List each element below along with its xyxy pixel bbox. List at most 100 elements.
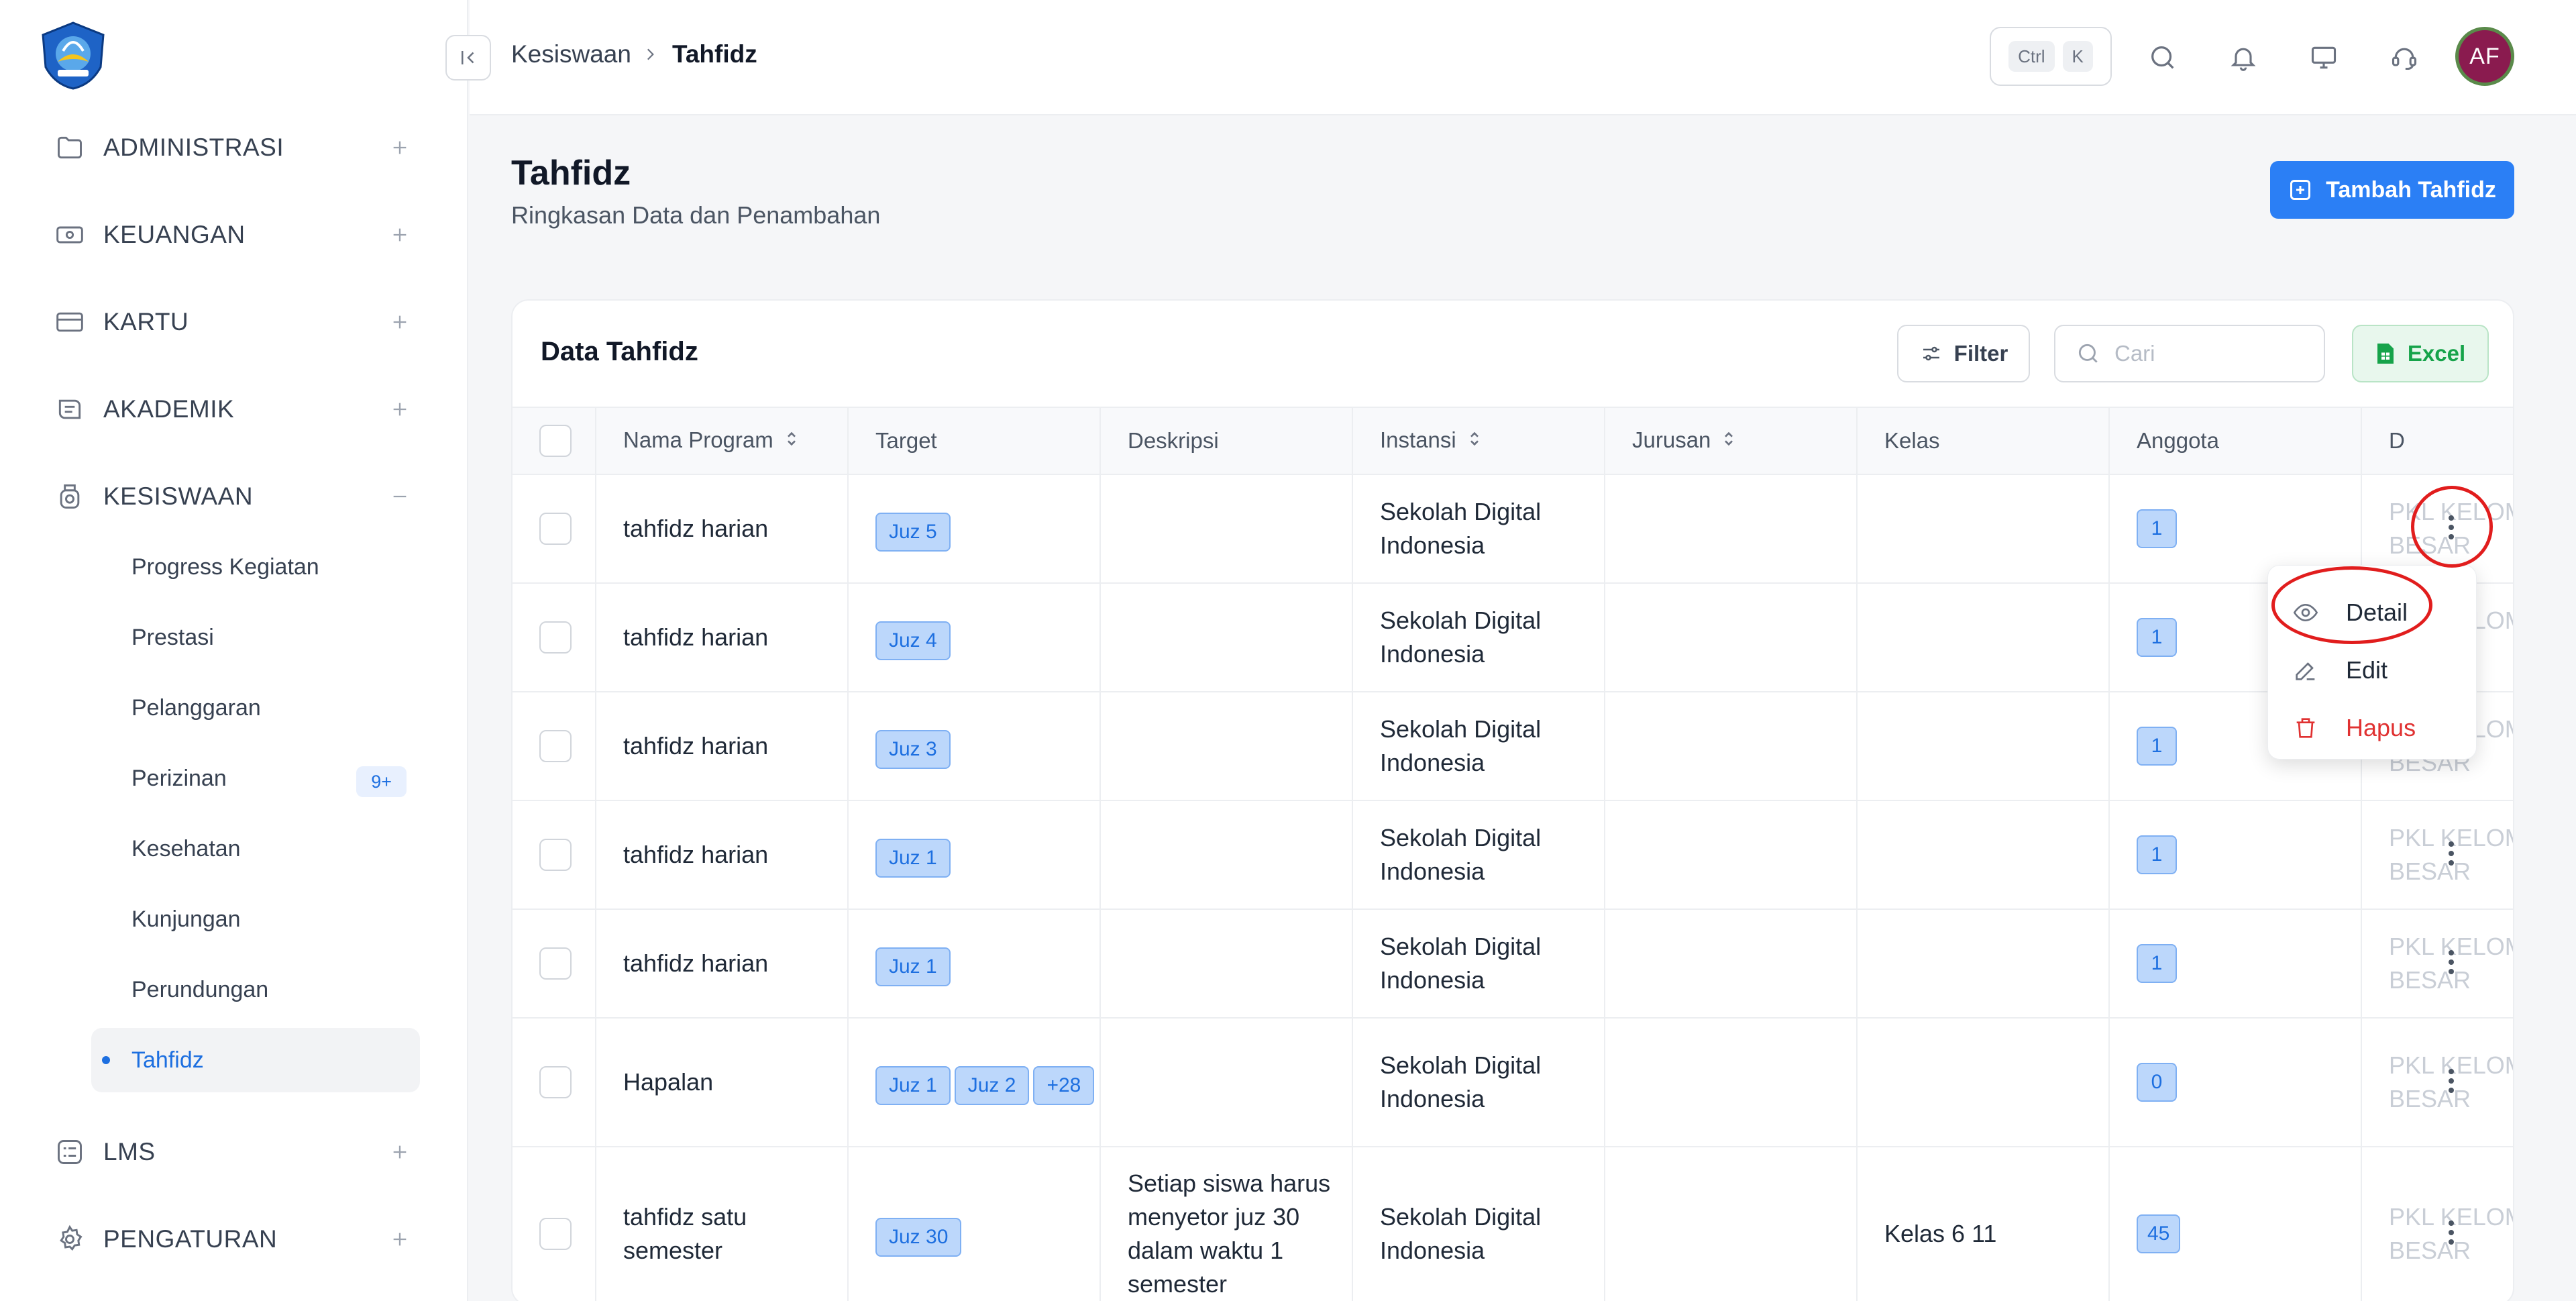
row-checkbox[interactable] xyxy=(539,947,572,980)
add-tahfidz-button[interactable]: Tambah Tahfidz xyxy=(2270,161,2514,219)
select-all-cell xyxy=(513,407,596,475)
row-checkbox[interactable] xyxy=(539,1066,572,1098)
column-header[interactable]: Jurusan xyxy=(1605,407,1858,475)
plus-icon[interactable] xyxy=(384,124,416,171)
sidebar-subitem-label: Tahfidz xyxy=(131,1047,204,1073)
sidebar-item-pengaturan[interactable]: PENGATURAN xyxy=(54,1216,416,1263)
sidebar-item-administrasi[interactable]: ADMINISTRASI xyxy=(54,124,416,171)
minus-icon[interactable] xyxy=(384,473,416,520)
row-checkbox[interactable] xyxy=(539,513,572,545)
cell-target: Juz 5 xyxy=(848,474,1101,584)
anggota-count-badge: 1 xyxy=(2137,618,2177,657)
table-row[interactable]: tahfidz harian Juz 3 Sekolah Digital Indon… xyxy=(513,692,2513,801)
cell-instansi: Sekolah Digital Indonesia xyxy=(1352,583,1605,692)
cell-target: Juz 1 Juz 2 +28 xyxy=(848,1018,1101,1147)
row-checkbox[interactable] xyxy=(539,621,572,654)
sidebar-subitem-kunjungan[interactable]: Kunjungan xyxy=(91,887,420,951)
menu-item-detail[interactable]: Detail xyxy=(2292,592,2460,633)
sidebar-subitem-label: Perizinan xyxy=(131,765,227,791)
sidebar-subitem-perizinan[interactable]: Perizinan 9+ xyxy=(91,746,420,811)
sidebar-item-lms[interactable]: LMS xyxy=(54,1129,416,1176)
row-actions-kebab-icon[interactable] xyxy=(2438,939,2465,986)
search-icon[interactable] xyxy=(2143,38,2183,78)
filter-button[interactable]: Filter xyxy=(1897,325,2030,382)
cell-jurusan xyxy=(1605,800,1858,910)
cell-deskripsi: Setiap siswa harus menyetor juz 30 dalam… xyxy=(1100,1147,1353,1301)
cell-deskripsi xyxy=(1100,474,1353,584)
row-checkbox[interactable] xyxy=(539,1218,572,1250)
search-input[interactable] xyxy=(2114,341,2316,366)
cell-deskripsi xyxy=(1100,583,1353,692)
cell-nama-program: tahfidz harian xyxy=(596,474,849,584)
select-all-checkbox[interactable] xyxy=(539,425,572,457)
table-row[interactable]: tahfidz satu semester Juz 30 Setiap siswa … xyxy=(513,1147,2513,1301)
table-row[interactable]: tahfidz harian Juz 4 Sekolah Digital Indon… xyxy=(513,583,2513,692)
sidebar-subitem-progress-kegiatan[interactable]: Progress Kegiatan xyxy=(91,535,420,599)
support-icon[interactable] xyxy=(2384,38,2424,78)
cell-jurusan xyxy=(1605,909,1858,1019)
cell-jurusan xyxy=(1605,583,1858,692)
sidebar-item-kesiswaan[interactable]: KESISWAAN xyxy=(54,473,416,520)
cell-jurusan xyxy=(1605,1147,1858,1301)
command-palette-shortcut[interactable]: Ctrl K xyxy=(1990,27,2112,86)
breadcrumb-kesiswaan[interactable]: Kesiswaan xyxy=(511,40,631,68)
table-row[interactable]: tahfidz harian Juz 1 Sekolah Digital Indon… xyxy=(513,800,2513,910)
sidebar-subitem-prestasi[interactable]: Prestasi xyxy=(91,605,420,670)
table-row[interactable]: tahfidz harian Juz 5 Sekolah Digital Indon… xyxy=(513,474,2513,584)
plus-icon[interactable] xyxy=(384,386,416,433)
plus-icon[interactable] xyxy=(384,1129,416,1176)
notification-badge: 9+ xyxy=(356,766,407,797)
sidebar-item-akademik[interactable]: AKADEMIK xyxy=(54,386,416,433)
plus-icon[interactable] xyxy=(384,299,416,346)
row-checkbox[interactable] xyxy=(539,730,572,762)
table-row[interactable]: tahfidz harian Juz 1 Sekolah Digital Indon… xyxy=(513,909,2513,1019)
excel-export-button[interactable]: Excel xyxy=(2352,325,2489,382)
menu-item-edit[interactable]: Edit xyxy=(2292,650,2460,690)
app-logo[interactable] xyxy=(38,20,109,91)
column-header: Target xyxy=(848,407,1101,475)
plus-icon[interactable] xyxy=(384,1216,416,1263)
search-field[interactable] xyxy=(2054,325,2325,382)
lms-icon xyxy=(54,1136,86,1168)
row-actions-kebab-icon[interactable] xyxy=(2438,504,2465,551)
sidebar-subitem-tahfidz[interactable]: Tahfidz xyxy=(91,1028,420,1092)
row-actions-kebab-icon[interactable] xyxy=(2438,830,2465,877)
column-header[interactable]: Nama Program xyxy=(596,407,849,475)
sidebar-subitem-pelanggaran[interactable]: Pelanggaran xyxy=(91,676,420,740)
sort-icon[interactable] xyxy=(784,429,799,454)
add-tahfidz-label: Tambah Tahfidz xyxy=(2326,176,2496,203)
monitor-icon[interactable] xyxy=(2304,38,2344,78)
bell-icon[interactable] xyxy=(2223,38,2263,78)
column-header[interactable]: Instansi xyxy=(1352,407,1605,475)
row-actions-kebab-icon[interactable] xyxy=(2438,1209,2465,1256)
anggota-count-badge: 1 xyxy=(2137,727,2177,766)
target-tag: Juz 1 xyxy=(875,947,951,986)
table-header-row: Nama Program Target Deskripsi Instansi J… xyxy=(513,407,2513,475)
plus-icon[interactable] xyxy=(384,211,416,258)
cell-kelas xyxy=(1857,692,2110,801)
sidebar-item-keuangan[interactable]: KEUANGAN xyxy=(54,211,416,258)
collapse-sidebar-button[interactable] xyxy=(445,35,491,81)
sidebar-item-label: KEUANGAN xyxy=(103,221,246,248)
chevron-right-icon xyxy=(641,40,659,72)
target-tag: +28 xyxy=(1033,1066,1095,1105)
sort-icon[interactable] xyxy=(1467,429,1482,454)
user-avatar[interactable]: AF xyxy=(2455,27,2514,86)
sidebar-item-label: ADMINISTRASI xyxy=(103,134,284,161)
cell-target: Juz 3 xyxy=(848,692,1101,801)
menu-item-hapus[interactable]: Hapus xyxy=(2292,708,2460,748)
target-tag: Juz 4 xyxy=(875,621,951,660)
table-row[interactable]: Hapalan Juz 1 Juz 2 +28 Sekolah Digital Indo… xyxy=(513,1018,2513,1147)
search-icon xyxy=(2078,344,2098,363)
cell-target: Juz 1 xyxy=(848,800,1101,910)
cell-kelas: Kelas 6 11 xyxy=(1857,1147,2110,1301)
sort-icon[interactable] xyxy=(1721,429,1736,454)
row-select-cell xyxy=(513,692,596,801)
sidebar-item-kartu[interactable]: KARTU xyxy=(54,299,416,346)
cell-kelas xyxy=(1857,474,2110,584)
row-checkbox[interactable] xyxy=(539,839,572,871)
sidebar-subitem-perundungan[interactable]: Perundungan xyxy=(91,957,420,1022)
filter-label: Filter xyxy=(1953,341,2008,366)
row-actions-kebab-icon[interactable] xyxy=(2438,1057,2465,1104)
sidebar-subitem-kesehatan[interactable]: Kesehatan xyxy=(91,817,420,881)
